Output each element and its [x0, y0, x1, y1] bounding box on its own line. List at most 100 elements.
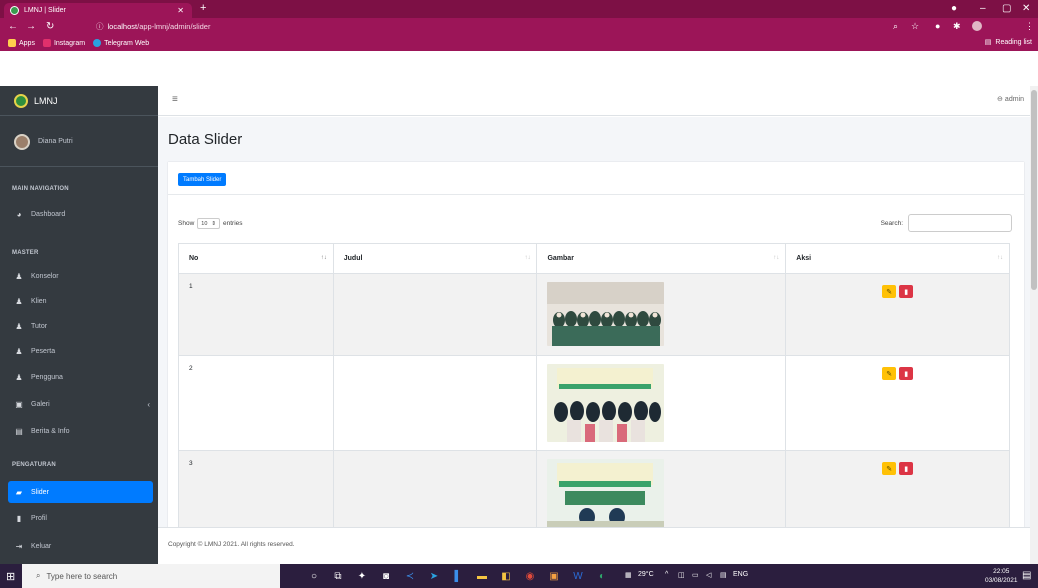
volume-icon[interactable]: ◁	[706, 571, 711, 579]
minimize-icon[interactable]: –	[980, 3, 986, 14]
app-icon[interactable]: ▌	[450, 568, 466, 584]
tab-close-icon[interactable]: ✕	[177, 6, 184, 15]
sidebar-user-panel[interactable]: Diana Putri	[0, 117, 158, 167]
sort-icon: ↑↓	[773, 255, 780, 261]
edit-icon: ✎	[886, 288, 893, 296]
sidebar-item-klien[interactable]: ♟ Klien	[0, 290, 158, 312]
telegram-icon	[93, 39, 102, 47]
sidebar-item-berita-info[interactable]: ▤ Berita & Info	[0, 420, 158, 442]
sidebar-item-dashboard[interactable]: ◕ Dashboard	[0, 203, 158, 225]
edit-button[interactable]: ✎	[882, 462, 897, 475]
delete-button[interactable]: ▮	[899, 367, 914, 380]
window-close-icon[interactable]: ✕	[1022, 3, 1030, 14]
language-label[interactable]: ENG	[733, 571, 748, 578]
zoom-icon[interactable]: ⌕	[893, 21, 898, 32]
app-icon[interactable]: ✦	[354, 568, 370, 584]
clock-time: 22:05	[993, 568, 1010, 575]
cell-no: 2	[178, 355, 334, 451]
bookmark-instagram[interactable]: Instagram	[42, 39, 85, 47]
app-icon[interactable]: ▣	[546, 568, 562, 584]
slider-image[interactable]	[547, 282, 665, 346]
app-icon[interactable]: ◐	[594, 568, 610, 584]
extension-icon[interactable]: ●	[935, 21, 940, 31]
delete-button[interactable]: ▮	[899, 285, 914, 298]
entries-select[interactable]: 10 ⇕	[197, 218, 220, 229]
app-icon[interactable]: ◙	[378, 568, 394, 584]
sidebar-item-konselor[interactable]: ♟ Konselor	[0, 265, 158, 287]
column-header-aksi[interactable]: Aksi ↑↓	[785, 243, 1010, 274]
weather-temp[interactable]: 29°C	[638, 571, 654, 578]
column-header-no[interactable]: No ↑↓	[178, 243, 334, 274]
forward-icon[interactable]: →	[26, 21, 36, 32]
brand-link[interactable]: LMNJ	[0, 86, 158, 116]
page-scrollbar[interactable]	[1030, 86, 1038, 564]
sidebar-item-label: Klien	[31, 297, 47, 305]
edit-button[interactable]: ✎	[882, 285, 897, 298]
bookmark-label: Apps	[19, 39, 35, 47]
sidebar-item-label: Galeri	[31, 400, 50, 408]
add-slider-button[interactable]: Tambah Slider	[178, 173, 227, 186]
sidebar-item-pengguna[interactable]: ♟ Pengguna	[0, 366, 158, 388]
cortana-icon[interactable]: ○	[306, 568, 322, 584]
tray-chevron-icon[interactable]: ^	[665, 571, 668, 578]
sidebar-item-peserta[interactable]: ♟ Peserta	[0, 340, 158, 362]
column-header-gambar[interactable]: Gambar ↑↓	[536, 243, 787, 274]
chrome-icon[interactable]: ◉	[522, 568, 538, 584]
maximize-icon[interactable]: ▢	[1002, 3, 1011, 14]
taskbar-search-placeholder: Type here to search	[46, 571, 118, 581]
app-icon[interactable]: ◧	[498, 568, 514, 584]
scrollbar-thumb[interactable]	[1031, 90, 1037, 290]
avatar	[14, 133, 30, 150]
delete-button[interactable]: ▮	[899, 462, 914, 475]
task-view-icon[interactable]: ⧉	[330, 568, 346, 584]
reload-icon[interactable]: ↻	[46, 21, 54, 32]
profile-dot-icon[interactable]: ●	[951, 3, 957, 14]
notification-icon[interactable]: ▤	[1022, 570, 1031, 581]
user-icon: ♟	[15, 346, 23, 356]
file-explorer-icon[interactable]: ▬	[474, 568, 490, 584]
sidebar-item-slider[interactable]: ▰ Slider	[8, 481, 153, 503]
page-top-gap	[0, 51, 1038, 86]
sidebar-item-label: Profil	[31, 514, 47, 522]
sort-icon: ↑↓	[524, 255, 531, 261]
telegram-icon[interactable]: ➤	[426, 568, 442, 584]
reading-list-label: Reading list	[995, 38, 1032, 46]
bookmark-star-icon[interactable]: ☆	[911, 21, 919, 32]
back-icon[interactable]: ←	[8, 21, 18, 32]
browser-menu-icon[interactable]: ⋮	[1025, 21, 1034, 32]
bookmark-telegram[interactable]: Telegram Web	[93, 39, 149, 47]
trash-icon: ▮	[904, 288, 909, 296]
hamburger-menu-icon[interactable]: ≡	[172, 94, 178, 105]
sidebar-item-galeri[interactable]: ▣ Galeri ‹	[0, 393, 158, 415]
user-icon: ♟	[15, 321, 23, 331]
sort-icon: ↑↓	[320, 255, 327, 261]
word-icon[interactable]: W	[570, 568, 586, 584]
sidebar-item-tutor[interactable]: ♟ Tutor	[0, 315, 158, 337]
slider-image[interactable]	[547, 364, 665, 442]
windows-start-icon[interactable]: ⊞	[6, 570, 15, 583]
taskbar-search[interactable]: ⌕ Type here to search	[22, 564, 280, 588]
new-tab-icon[interactable]: +	[200, 2, 206, 14]
slider-image[interactable]	[547, 459, 665, 527]
reading-list-button[interactable]: ▤ Reading list	[985, 38, 1032, 47]
browser-tab[interactable]: LMNJ | Slider ✕	[4, 3, 192, 18]
weather-icon[interactable]: ▦	[625, 571, 632, 579]
column-label: Judul	[343, 255, 363, 262]
column-header-judul[interactable]: Judul ↑↓	[332, 243, 538, 274]
vscode-icon[interactable]: ≺	[402, 568, 418, 584]
url-host: localhost	[107, 22, 138, 31]
url-field[interactable]: ⓘ localhost/app-lmnj/admin/slider	[96, 20, 210, 33]
clock[interactable]: 22:05 03/08/2021	[985, 567, 1018, 585]
battery-icon[interactable]: ▭	[692, 571, 699, 579]
edit-button[interactable]: ✎	[882, 367, 897, 380]
sidebar-item-profil[interactable]: ▮ Profil	[0, 507, 158, 529]
sidebar-item-keluar[interactable]: ⇥ Keluar	[0, 535, 158, 557]
language-icon[interactable]: ▤	[720, 571, 727, 579]
bookmark-apps[interactable]: Apps	[8, 39, 35, 47]
search-input[interactable]	[908, 214, 1012, 232]
browser-avatar-icon[interactable]	[972, 21, 982, 33]
puzzle-icon[interactable]: ✱	[953, 21, 961, 32]
network-icon[interactable]: ◫	[678, 571, 685, 579]
cell-gambar	[536, 355, 787, 451]
admin-user-menu[interactable]: ⊖ admin	[997, 95, 1024, 104]
